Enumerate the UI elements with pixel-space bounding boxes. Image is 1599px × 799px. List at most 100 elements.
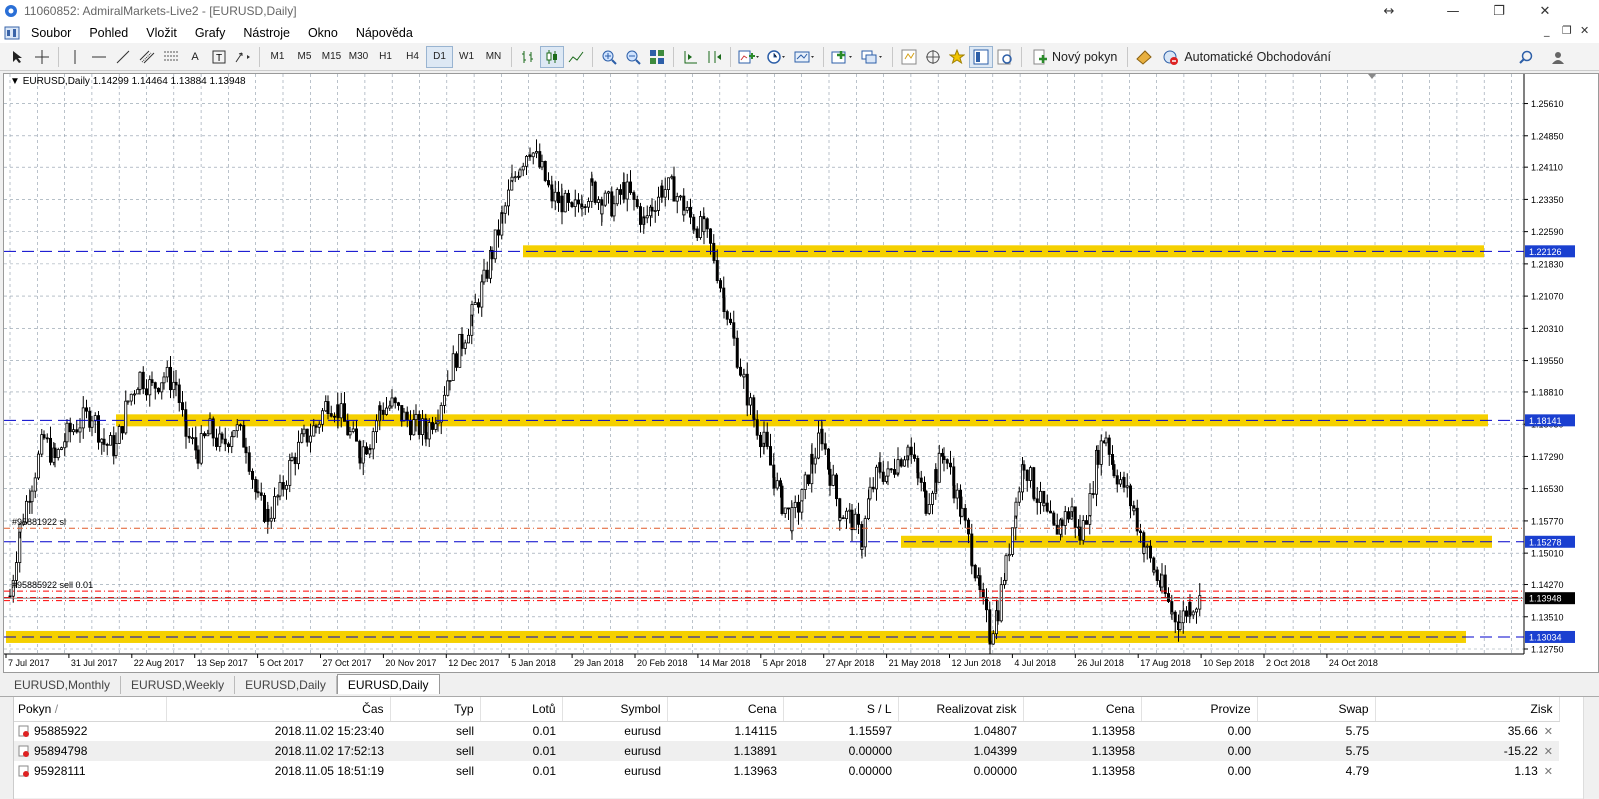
profiles-icon[interactable]	[858, 46, 888, 68]
col-lots[interactable]: Lotů	[480, 697, 563, 722]
menu-view[interactable]: Pohled	[80, 26, 137, 40]
tab-eurusd-daily-2[interactable]: EURUSD,Daily	[336, 674, 440, 694]
candlestick-icon[interactable]	[540, 45, 564, 68]
menu-window[interactable]: Okno	[299, 26, 347, 40]
community-icon[interactable]	[1546, 46, 1570, 68]
menu-insert[interactable]: Vložit	[137, 26, 186, 40]
bar-chart-icon[interactable]	[516, 46, 540, 68]
order-row[interactable]: 95894798 2018.11.02 17:52:13 sell 0.01 eurus…	[14, 741, 1559, 761]
fibonacci-icon[interactable]	[159, 46, 183, 68]
templates-icon[interactable]	[791, 46, 819, 68]
minimize-button[interactable]: —	[1430, 0, 1476, 22]
col-current-price[interactable]: Cena	[1023, 697, 1142, 722]
chart-window-icon[interactable]	[4, 26, 20, 40]
collapse-triangle-icon[interactable]: ▼	[10, 76, 20, 87]
zoom-out-icon[interactable]	[621, 46, 645, 68]
navigator-icon[interactable]	[921, 46, 945, 68]
order-cell: 1.15597	[848, 724, 892, 739]
timeframe-mn[interactable]: MN	[480, 46, 507, 68]
autoscroll-icon[interactable]	[678, 46, 702, 68]
chart-area[interactable]: 1.25610 1.24850 1.24110 1.23350 1.22590 1.218…	[3, 73, 1599, 673]
timeframe-m15[interactable]: M15	[318, 46, 345, 68]
timeframe-m1[interactable]: M1	[264, 46, 291, 68]
app-icon	[5, 5, 17, 17]
channel-icon[interactable]	[135, 46, 159, 68]
candle	[454, 353, 458, 368]
tile-windows-icon[interactable]	[645, 46, 669, 68]
menu-file[interactable]: Soubor	[22, 26, 80, 40]
col-swap[interactable]: Swap	[1257, 697, 1376, 722]
text-tool-icon[interactable]: A	[183, 46, 207, 68]
timeframe-m5[interactable]: M5	[291, 46, 318, 68]
timeframe-w1[interactable]: W1	[453, 46, 480, 68]
mdi-close-button[interactable]: ✕	[1580, 24, 1589, 37]
market-watch-icon[interactable]	[897, 46, 921, 68]
restore-button[interactable]: ❐	[1476, 0, 1522, 22]
timeframe-d1[interactable]: D1	[426, 45, 453, 68]
candle	[1119, 479, 1123, 485]
menu-tools[interactable]: Nástroje	[234, 26, 299, 40]
col-type[interactable]: Typ	[390, 697, 481, 722]
mdi-minimize-button[interactable]: _	[1544, 24, 1550, 37]
col-commission[interactable]: Provize	[1141, 697, 1258, 722]
candle	[102, 438, 106, 445]
timeframe-h4[interactable]: H4	[399, 46, 426, 68]
toolbar: A T M1 M5 M15 M30 H1 H4 D1 W1 MN Nový po…	[0, 43, 1599, 71]
arrows-icon[interactable]	[231, 46, 255, 68]
price-chart[interactable]: 1.25610 1.24850 1.24110 1.23350 1.22590 1.218…	[4, 74, 1598, 672]
col-take-profit[interactable]: Realizovat zisk	[898, 697, 1024, 722]
col-price[interactable]: Cena	[667, 697, 784, 722]
tab-eurusd-monthly[interactable]: EURUSD,Monthly	[4, 676, 122, 694]
zoom-in-icon[interactable]	[597, 46, 621, 68]
timeframe-m30[interactable]: M30	[345, 46, 372, 68]
close-button[interactable]: ✕	[1522, 0, 1568, 22]
indicators-icon[interactable]	[735, 46, 763, 68]
chart-shift-icon[interactable]	[702, 46, 726, 68]
order-cell: sell	[455, 764, 474, 778]
order-row[interactable]: 95885922 2018.11.02 15:23:40 sell 0.01 eurus…	[14, 721, 1559, 741]
col-stop-loss[interactable]: S / L	[783, 697, 899, 722]
menu-help[interactable]: Nápověda	[347, 26, 422, 40]
cursor-tool-icon[interactable]	[6, 46, 30, 68]
order-row[interactable]: 95928111 2018.11.05 18:51:19 sell 0.01 eurus…	[14, 761, 1559, 781]
col-order[interactable]: Pokyn /	[14, 697, 167, 722]
candle	[314, 425, 318, 428]
menu-charts[interactable]: Grafy	[186, 26, 235, 40]
new-order-button[interactable]: Nový pokyn	[1026, 46, 1123, 68]
col-profit[interactable]: Zisk	[1375, 697, 1560, 722]
search-icon[interactable]	[1514, 46, 1538, 68]
close-order-icon[interactable]: ✕	[1544, 766, 1553, 778]
auto-trading-button[interactable]: Automatické Obchodování	[1156, 46, 1337, 68]
candle	[952, 484, 956, 499]
col-symbol[interactable]: Symbol	[562, 697, 668, 722]
close-order-icon[interactable]: ✕	[1544, 746, 1553, 758]
strategy-tester-icon[interactable]	[993, 46, 1017, 68]
candle	[220, 433, 224, 440]
svg-text:T: T	[216, 53, 222, 64]
text-label-icon[interactable]: T	[207, 46, 231, 68]
candle	[759, 434, 763, 448]
candle	[712, 251, 716, 261]
trendline-icon[interactable]	[111, 46, 135, 68]
close-order-icon[interactable]: ✕	[1544, 726, 1553, 738]
timeframe-h1[interactable]: H1	[372, 46, 399, 68]
resize-icon[interactable]: ↔	[1366, 0, 1412, 22]
horizontal-line-icon[interactable]	[87, 46, 111, 68]
vertical-line-icon[interactable]	[63, 46, 87, 68]
tab-eurusd-daily-1[interactable]: EURUSD,Daily	[235, 676, 337, 694]
periods-icon[interactable]	[763, 46, 791, 68]
terminal-sidebar[interactable]	[0, 697, 14, 799]
mdi-restore-button[interactable]: ❐	[1562, 24, 1572, 37]
candle	[208, 418, 212, 435]
orders-scrollbar[interactable]	[1583, 697, 1599, 799]
crosshair-icon[interactable]	[30, 46, 54, 68]
tab-eurusd-weekly[interactable]: EURUSD,Weekly	[121, 676, 236, 694]
favorites-icon[interactable]	[945, 46, 969, 68]
candle	[266, 508, 270, 522]
candle	[742, 373, 746, 378]
new-chart-icon[interactable]	[828, 46, 858, 68]
line-chart-icon[interactable]	[564, 46, 588, 68]
col-time[interactable]: Čas	[166, 697, 391, 722]
terminal-icon[interactable]	[969, 45, 993, 68]
metaeditor-icon[interactable]	[1132, 46, 1156, 68]
